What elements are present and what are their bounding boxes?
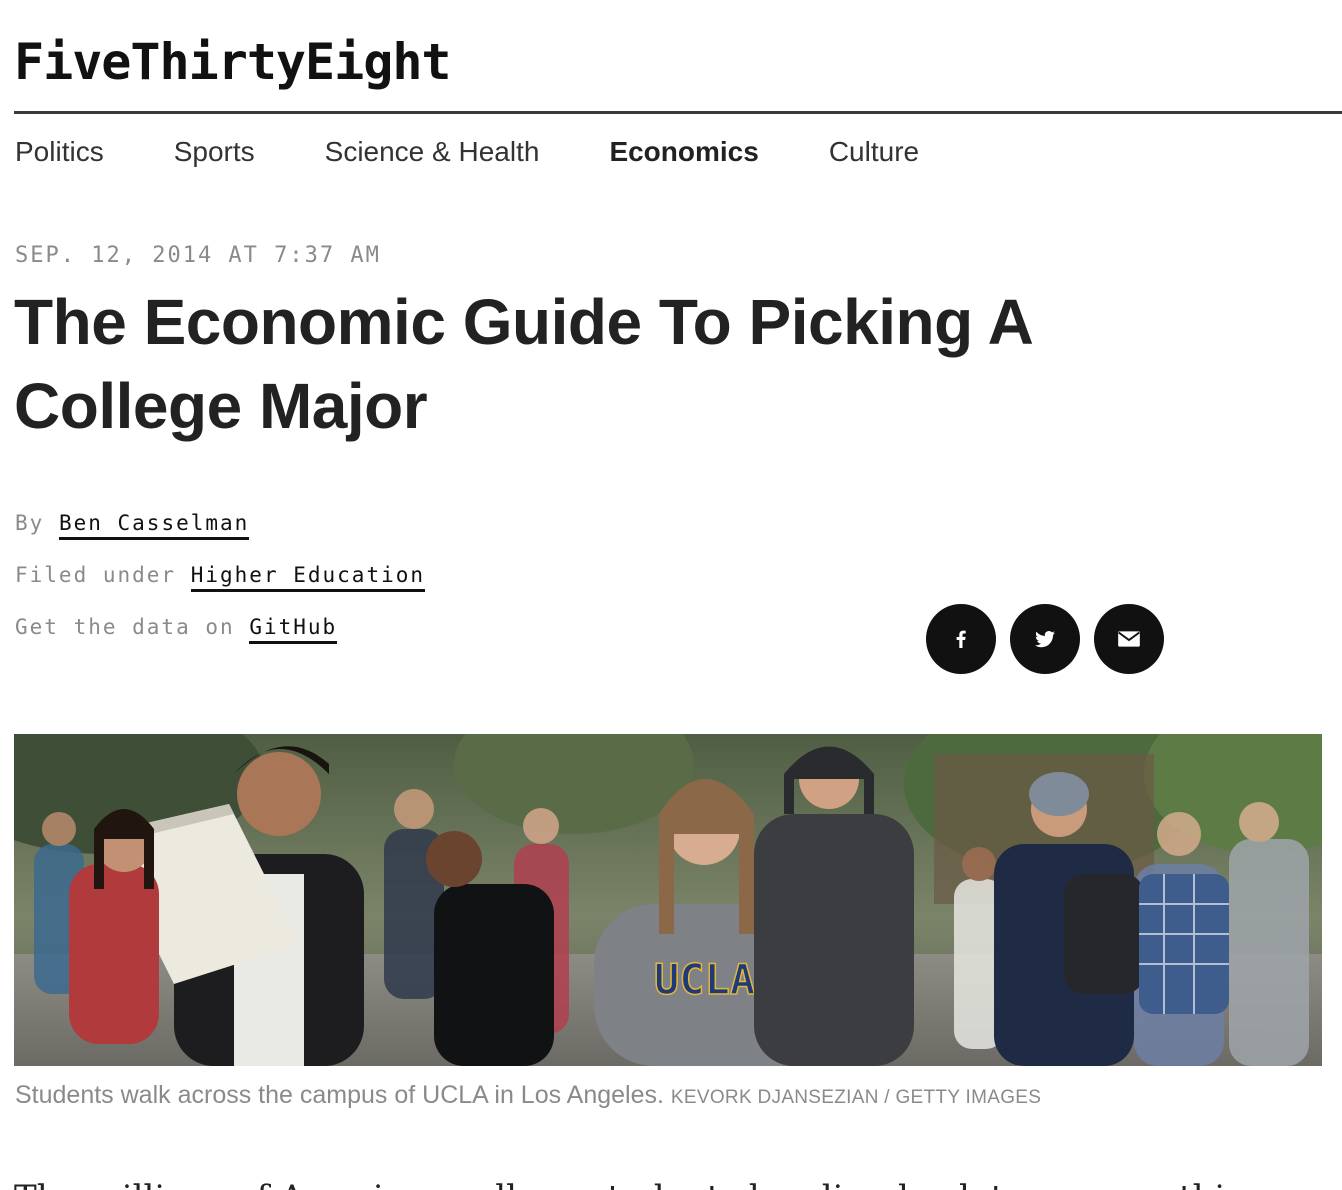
nav-item-politics[interactable]: Politics	[15, 134, 104, 170]
nav-item-culture[interactable]: Culture	[829, 134, 919, 170]
email-icon	[1118, 631, 1140, 647]
data-prefix: Get the data on	[15, 615, 235, 639]
github-link[interactable]: GitHub	[249, 615, 338, 644]
hero-photo: UCLA UCLA	[14, 734, 1322, 1066]
article-headline: The Economic Guide To Picking A College …	[14, 286, 1031, 442]
twitter-icon	[1035, 631, 1055, 648]
header-divider	[14, 111, 1342, 114]
twitter-share-button[interactable]	[1010, 604, 1080, 674]
byline-prefix: By	[15, 511, 45, 535]
share-buttons	[926, 604, 1178, 674]
article-page: FiveThirtyEight Politics Sports Science …	[0, 0, 1342, 1190]
section-nav: Politics Sports Science & Health Economi…	[15, 134, 989, 170]
caption-text: Students walk across the campus of UCLA …	[15, 1081, 664, 1109]
nav-item-economics[interactable]: Economics	[609, 134, 758, 170]
filed-prefix: Filed under	[15, 563, 177, 587]
article-dateline: SEP. 12, 2014 AT 7:37 AM	[15, 243, 381, 268]
nav-item-science-health[interactable]: Science & Health	[325, 134, 540, 170]
photo-caption: Students walk across the campus of UCLA …	[15, 1079, 1041, 1114]
article-body-start: The millions of American college student…	[14, 1176, 1243, 1190]
nav-item-sports[interactable]: Sports	[174, 134, 255, 170]
photo-credit: KEVORK DJANSEZIAN / GETTY IMAGES	[670, 1087, 1042, 1108]
site-logo[interactable]: FiveThirtyEight	[14, 30, 452, 94]
svg-text:UCLA: UCLA	[654, 955, 755, 1004]
byline: By Ben Casselman	[15, 508, 250, 540]
data-source: Get the data on GitHub	[15, 612, 338, 644]
filed-under: Filed under Higher Education	[15, 560, 426, 592]
topic-link[interactable]: Higher Education	[190, 563, 426, 592]
author-link[interactable]: Ben Casselman	[58, 511, 250, 540]
email-share-button[interactable]	[1094, 604, 1164, 674]
facebook-share-button[interactable]	[926, 604, 996, 674]
facebook-icon	[956, 630, 966, 648]
